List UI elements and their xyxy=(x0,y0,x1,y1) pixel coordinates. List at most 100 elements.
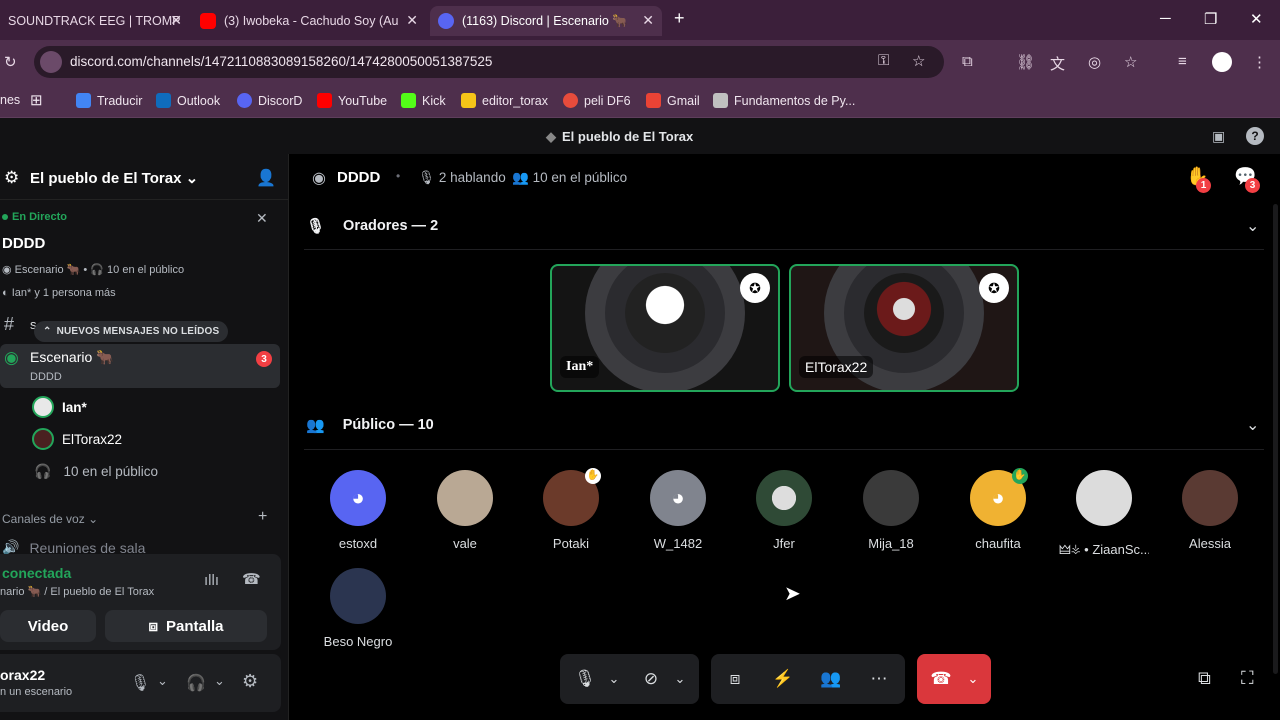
close-icon[interactable]: ✕ xyxy=(170,12,182,29)
screen-share-button[interactable]: ⧈ Pantalla xyxy=(105,610,267,642)
audience-member[interactable]: 🜲⚶ • ZiaanSc... xyxy=(1059,470,1149,562)
activity-icon[interactable]: ⚡ xyxy=(765,654,801,704)
stage-icon: ◉ xyxy=(4,348,19,367)
user-name[interactable]: orax22 xyxy=(0,667,45,683)
omnibox[interactable]: discord.com/channels/1472110883089158260… xyxy=(34,46,944,78)
menu-icon[interactable]: ⋮ xyxy=(1252,53,1267,71)
media-icon[interactable]: ≡ xyxy=(1178,53,1187,70)
soundwave-icon[interactable]: ıllı xyxy=(204,572,219,589)
chevron-down-icon[interactable]: ⌄ xyxy=(602,654,626,704)
invite-to-speak-icon[interactable]: 👥 xyxy=(813,654,849,704)
voice-status[interactable]: conectada xyxy=(2,565,71,581)
voice-location[interactable]: nario 🐂 / El pueblo de El Torax xyxy=(0,585,154,598)
bookmark-fundamentos[interactable]: Fundamentos de Py... xyxy=(713,93,855,108)
live-label: En Directo xyxy=(12,211,68,223)
close-icon[interactable]: ✕ xyxy=(406,12,418,29)
tab-discord[interactable]: (1163) Discord | Escenario 🐂 ✕ xyxy=(430,6,662,36)
bookmark-gmail[interactable]: Gmail xyxy=(646,93,700,108)
speaker-card[interactable]: ✪ Ian* xyxy=(550,264,780,392)
chevron-down-icon[interactable]: ⌄ xyxy=(1246,415,1259,435)
speakers-section-header[interactable]: 🎙 Oradores — 2 xyxy=(306,217,438,235)
audience-member[interactable]: Jfer xyxy=(739,470,829,551)
bookmark-traducir[interactable]: Traducir xyxy=(76,93,142,108)
audience-count-item[interactable]: 🎧 10 en el público xyxy=(34,463,158,480)
audience-member[interactable]: ◕ W_1482 xyxy=(633,470,723,551)
user-status: n un escenario xyxy=(0,686,73,698)
speaker-card[interactable]: ✪ ElTorax22 xyxy=(789,264,1019,392)
stage-channel-sub: DDDD xyxy=(30,371,62,383)
close-icon[interactable]: ✕ xyxy=(642,12,654,29)
audience-member[interactable]: ✋ Potaki xyxy=(526,468,616,551)
audience-section-header[interactable]: 👥 Público — 10 xyxy=(306,416,434,434)
link-icon[interactable]: ⛓ xyxy=(1016,53,1035,71)
url-text[interactable]: discord.com/channels/1472110883089158260… xyxy=(70,54,492,69)
disconnect-icon[interactable]: ☎ xyxy=(242,570,261,588)
user-panel: orax22 n un escenario 🎙 ⌄ 🎧 ⌄ ⚙ xyxy=(0,654,281,712)
bookmark-kick[interactable]: Kick xyxy=(401,93,446,108)
microphone-icon[interactable]: 🎙 xyxy=(130,673,150,693)
profile-avatar[interactable] xyxy=(1212,52,1232,72)
more-icon[interactable]: ⋯ xyxy=(861,654,897,704)
reload-icon[interactable]: ↻ xyxy=(4,53,17,71)
translate-icon[interactable]: 文 xyxy=(1050,53,1065,74)
avatar: ✋ xyxy=(543,468,601,526)
bookmark-outlook[interactable]: Outlook xyxy=(156,93,220,108)
audience-member[interactable]: Beso Negro xyxy=(313,568,403,649)
minimize-icon[interactable]: ─ xyxy=(1160,10,1171,27)
voice-category[interactable]: Canales de voz ⌄ xyxy=(2,512,98,526)
bookmark-youtube[interactable]: YouTube xyxy=(317,93,387,108)
inbox-icon[interactable]: ▣ xyxy=(1212,128,1225,145)
gear-icon[interactable]: ⚙ xyxy=(242,671,258,692)
add-channel-icon[interactable]: + xyxy=(258,508,267,526)
close-icon[interactable]: ✕ xyxy=(256,210,268,227)
screen-share-icon[interactable]: ⧈ xyxy=(717,654,753,704)
chevron-down-icon[interactable]: ⌄ xyxy=(214,673,225,689)
camera-off-icon[interactable]: ⊘ xyxy=(634,654,668,704)
mention-badge: 3 xyxy=(256,351,272,367)
speaking-count: 🎙 2 hablando xyxy=(418,170,506,186)
favorites-icon[interactable]: ☆ xyxy=(1124,53,1137,71)
server-name[interactable]: El pueblo de El Torax ⌄ xyxy=(30,169,198,187)
microphone-icon[interactable]: 🎙 xyxy=(568,654,602,704)
address-bar-row: ↻ discord.com/channels/14721108830891582… xyxy=(0,40,1280,84)
member-item-eltorax[interactable]: ElTorax22 xyxy=(32,428,122,450)
tab-youtube[interactable]: (3) Iwobeka - Cachudo Soy (Au ✕ xyxy=(192,6,426,36)
window-close-icon[interactable]: ✕ xyxy=(1250,10,1263,28)
star-icon[interactable]: ☆ xyxy=(912,52,925,70)
bookmark-editor[interactable]: editor_torax xyxy=(461,93,548,108)
server-header[interactable]: ⚙ El pueblo de El Torax ⌄ 👤 xyxy=(0,154,289,200)
video-button[interactable]: Video xyxy=(0,610,96,642)
chevron-down-icon[interactable]: ⌄ xyxy=(668,654,692,704)
bookmark-label: Outlook xyxy=(177,93,221,108)
audience-member[interactable]: Mija_18 xyxy=(846,470,936,551)
bookmark-peli[interactable]: peli DF6 xyxy=(563,93,631,108)
bookmark-discord[interactable]: DiscorD xyxy=(237,93,302,108)
audience-member[interactable]: ◕ ✋ chaufita xyxy=(953,468,1043,551)
apps-grid-icon[interactable]: ⊞ xyxy=(30,91,43,109)
popout-icon[interactable]: ⧉ xyxy=(1198,668,1211,689)
restore-icon[interactable]: ❐ xyxy=(1204,10,1217,28)
member-item-ian[interactable]: Ian* xyxy=(32,396,87,418)
chevron-down-icon[interactable]: ⌄ xyxy=(961,654,985,704)
bookmark[interactable]: nes xyxy=(0,93,20,107)
new-messages-pill[interactable]: ⌃ NUEVOS MENSAJES NO LEÍDOS xyxy=(34,321,229,342)
headphones-icon[interactable]: 🎧 xyxy=(186,673,206,693)
stage-channel-item[interactable]: ◉ Escenario 🐂 DDDD 3 xyxy=(0,344,280,388)
audience-member[interactable]: vale xyxy=(420,470,510,551)
key-icon[interactable]: ⚿ xyxy=(878,52,889,69)
new-tab-icon[interactable]: + xyxy=(674,8,685,29)
invite-icon[interactable]: 👤 xyxy=(256,168,276,188)
help-icon[interactable]: ? xyxy=(1246,127,1264,145)
audience-member[interactable]: Alessia xyxy=(1165,470,1255,551)
tab-soundtrack[interactable]: SOUNDTRACK EEG | TROMP ✕ xyxy=(0,6,190,36)
leave-stage-button[interactable]: ☎ ⌄ xyxy=(917,654,991,704)
extensions-icon[interactable]: ⧉ xyxy=(962,53,973,70)
screenshot-icon[interactable]: ◎ xyxy=(1088,53,1101,71)
audience-member[interactable]: ◕ estoxd xyxy=(313,470,403,551)
member-name: ElTorax22 xyxy=(62,431,123,447)
fullscreen-icon[interactable]: ⛶ xyxy=(1241,668,1254,689)
scrollbar[interactable] xyxy=(1273,204,1278,674)
chevron-down-icon[interactable]: ⌄ xyxy=(1246,216,1259,236)
chevron-down-icon[interactable]: ⌄ xyxy=(157,673,168,689)
site-info-icon[interactable] xyxy=(40,51,62,73)
